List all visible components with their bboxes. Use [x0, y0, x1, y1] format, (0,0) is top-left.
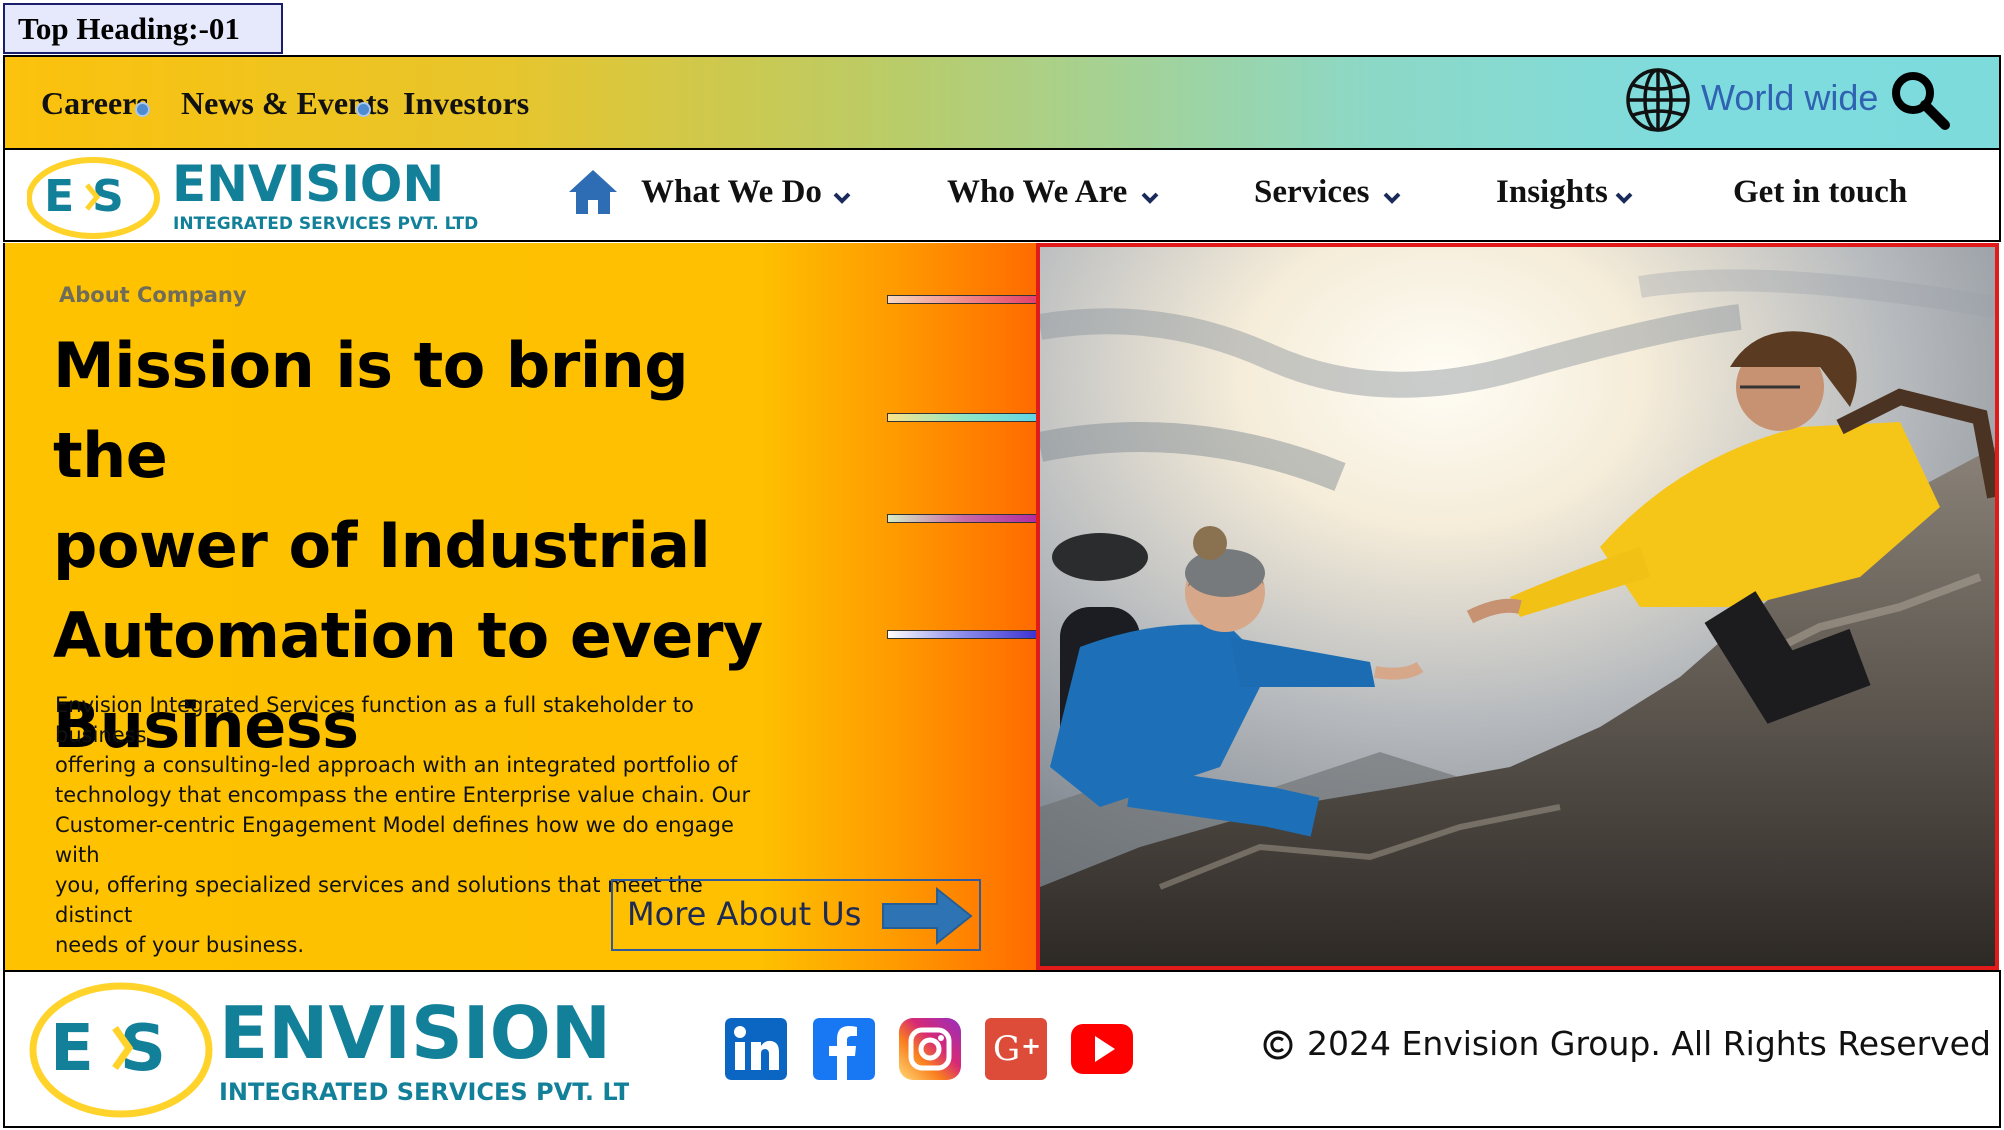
facebook-icon[interactable]: [813, 1018, 875, 1080]
decorative-connector: [887, 630, 1041, 639]
careers-link[interactable]: Careers: [41, 85, 149, 122]
hero-heading-line: Automation to every: [53, 599, 763, 672]
main-navigation: ES ENVISION INTEGRATED SERVICES PVT. LTD…: [3, 148, 2001, 242]
svg-text:+: +: [1021, 1032, 1041, 1060]
decorative-connector: [887, 413, 1041, 422]
svg-text:ENVISION: ENVISION: [219, 991, 611, 1075]
globe-icon[interactable]: [1625, 67, 1691, 133]
envision-footer-logo[interactable]: ES ENVISION INTEGRATED SERVICES PVT. LTD: [29, 982, 629, 1118]
description-line: offering a consulting-led approach with …: [55, 753, 738, 777]
google-plus-icon[interactable]: G +: [985, 1018, 1047, 1080]
svg-text:ES: ES: [44, 171, 142, 222]
region-selector[interactable]: World wide: [1701, 77, 1878, 119]
youtube-icon[interactable]: [1071, 1018, 1133, 1080]
svg-text:ES: ES: [50, 1012, 192, 1086]
description-line: Envision Integrated Services function as…: [55, 693, 694, 747]
news-dot-icon: [356, 102, 371, 117]
envision-logo[interactable]: ES ENVISION INTEGRATED SERVICES PVT. LTD: [27, 155, 487, 239]
svg-text:INTEGRATED SERVICES PVT. LTD: INTEGRATED SERVICES PVT. LTD: [173, 214, 478, 234]
chevron-down-icon: [1141, 192, 1159, 204]
utility-bar: Careers News & Events Investors World wi…: [3, 55, 2001, 150]
more-about-us-label: More About Us: [627, 895, 862, 933]
decorative-connector: [887, 514, 1041, 523]
section-eyebrow: About Company: [59, 283, 247, 307]
chevron-down-icon: [1615, 192, 1633, 204]
hero-heading-line: power of Industrial: [53, 509, 711, 582]
svg-text:INTEGRATED SERVICES PVT. LTD: INTEGRATED SERVICES PVT. LTD: [219, 1078, 629, 1106]
description-line: Customer-centric Engagement Model define…: [55, 813, 734, 867]
nav-what-we-do[interactable]: What We Do: [641, 174, 822, 211]
svg-text:G: G: [993, 1029, 1020, 1069]
investors-link[interactable]: Investors: [403, 85, 529, 122]
linkedin-icon[interactable]: [725, 1018, 787, 1080]
decorative-connector: [887, 295, 1041, 304]
careers-dot-icon: [135, 102, 150, 117]
nav-get-in-touch[interactable]: Get in touch: [1733, 174, 1907, 211]
hero-photo: [1036, 243, 1999, 970]
arrow-right-icon: [882, 887, 973, 945]
footer: ES ENVISION INTEGRATED SERVICES PVT. LTD…: [3, 970, 2001, 1128]
about-hero: About Company Mission is to bring the po…: [3, 243, 1041, 970]
copyright-text: 2024 Envision Group. All Rights Reserved: [1307, 1024, 1991, 1063]
instagram-icon[interactable]: [899, 1018, 961, 1080]
svg-text:ENVISION: ENVISION: [172, 155, 444, 213]
chevron-down-icon: [1383, 192, 1401, 204]
home-icon[interactable]: [567, 168, 619, 216]
chevron-down-icon: [833, 192, 851, 204]
nav-services[interactable]: Services: [1254, 174, 1369, 211]
nav-insights[interactable]: Insights: [1496, 174, 1608, 211]
top-heading-tag: Top Heading:-01: [3, 3, 283, 54]
hero-heading-line: Mission is to bring the: [53, 329, 689, 492]
more-about-us-button[interactable]: More About Us: [611, 879, 981, 951]
description-line: technology that encompass the entire Ent…: [55, 783, 751, 807]
climbers-helping-image: [1040, 247, 1995, 966]
nav-who-we-are[interactable]: Who We Are: [947, 174, 1127, 211]
copyright-icon: [1263, 1030, 1293, 1060]
search-icon[interactable]: [1889, 69, 1951, 131]
